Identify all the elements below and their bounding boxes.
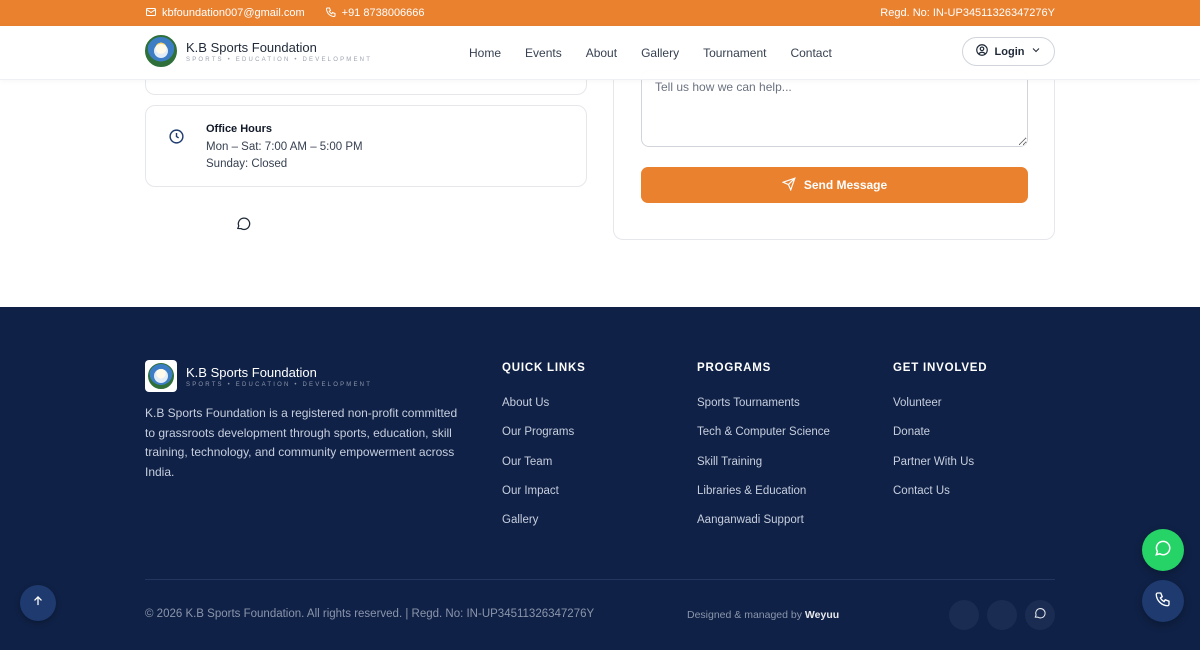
brand-name: K.B Sports Foundation xyxy=(186,39,317,55)
social-chat-link[interactable] xyxy=(1025,600,1055,630)
phone-icon xyxy=(1154,590,1172,613)
designed-by-text: Designed & managed by Weyuu xyxy=(687,609,839,621)
footer-link-donate[interactable]: Donate xyxy=(893,426,930,438)
top-bar-phone[interactable]: +91 8738006666 xyxy=(325,6,425,21)
footer-programs: PROGRAMS Sports Tournaments Tech & Compu… xyxy=(697,362,830,542)
nav-tournament[interactable]: Tournament xyxy=(703,46,766,60)
email-text: kbfoundation007@gmail.com xyxy=(162,7,305,19)
get-involved-heading: GET INVOLVED xyxy=(893,362,988,374)
footer-link-our-team[interactable]: Our Team xyxy=(502,456,552,468)
footer-brand-tagline: SPORTS • EDUCATION • DEVELOPMENT xyxy=(186,381,373,388)
quick-links-heading: QUICK LINKS xyxy=(502,362,586,374)
footer-link-libraries-education[interactable]: Libraries & Education xyxy=(697,485,806,497)
footer-link-skill-training[interactable]: Skill Training xyxy=(697,456,762,468)
footer-link-volunteer[interactable]: Volunteer xyxy=(893,397,942,409)
chat-bubble-icon[interactable] xyxy=(235,215,252,232)
chevron-down-icon xyxy=(1030,44,1042,59)
footer-quick-links: QUICK LINKS About Us Our Programs Our Te… xyxy=(502,362,586,542)
programs-heading: PROGRAMS xyxy=(697,362,772,374)
footer-link-gallery[interactable]: Gallery xyxy=(502,514,538,526)
office-hours-card: Office Hours Mon – Sat: 7:00 AM – 5:00 P… xyxy=(145,105,587,187)
footer-link-contact-us[interactable]: Contact Us xyxy=(893,485,950,497)
send-icon xyxy=(781,176,796,194)
office-hours-sunday: Sunday: Closed xyxy=(206,158,288,170)
message-textarea[interactable] xyxy=(641,70,1028,147)
nav-home[interactable]: Home xyxy=(469,46,501,60)
scroll-to-top-button[interactable] xyxy=(20,585,56,621)
designer-link[interactable]: Weyuu xyxy=(805,609,839,621)
site-footer: K.B Sports Foundation SPORTS • EDUCATION… xyxy=(0,307,1200,650)
footer-link-our-impact[interactable]: Our Impact xyxy=(502,485,559,497)
main-navbar: K.B Sports Foundation SPORTS • EDUCATION… xyxy=(0,26,1200,80)
footer-logo xyxy=(148,363,174,389)
foundation-logo xyxy=(145,35,177,67)
user-circle-icon xyxy=(975,43,989,60)
registration-number: Regd. No: IN-UP34511326347276Y xyxy=(880,7,1055,19)
footer-brand-name: K.B Sports Foundation xyxy=(186,364,317,380)
nav-links: Home Events About Gallery Tournament Con… xyxy=(469,26,832,80)
phone-text: +91 8738006666 xyxy=(341,7,425,19)
nav-events[interactable]: Events xyxy=(525,46,562,60)
login-button[interactable]: Login xyxy=(962,37,1055,66)
footer-divider xyxy=(145,579,1055,580)
arrow-up-icon xyxy=(31,594,45,613)
footer-brand[interactable]: K.B Sports Foundation SPORTS • EDUCATION… xyxy=(145,360,372,392)
social-link-2[interactable] xyxy=(987,600,1017,630)
top-bar-email[interactable]: kbfoundation007@gmail.com xyxy=(145,6,305,21)
phone-icon xyxy=(325,6,337,21)
whatsapp-button[interactable] xyxy=(1142,529,1184,571)
social-link-1[interactable] xyxy=(949,600,979,630)
send-message-label: Send Message xyxy=(803,178,888,192)
office-hours-title: Office Hours xyxy=(206,123,273,135)
footer-link-sports-tournaments[interactable]: Sports Tournaments xyxy=(697,397,800,409)
footer-link-our-programs[interactable]: Our Programs xyxy=(502,426,574,438)
brand-logo-link[interactable]: K.B Sports Foundation SPORTS • EDUCATION… xyxy=(145,35,372,67)
mail-icon xyxy=(145,6,157,21)
top-bar-contact: kbfoundation007@gmail.com +91 8738006666 xyxy=(145,0,425,26)
nav-contact[interactable]: Contact xyxy=(790,46,831,60)
footer-get-involved: GET INVOLVED Volunteer Donate Partner Wi… xyxy=(893,362,987,513)
top-bar: kbfoundation007@gmail.com +91 8738006666… xyxy=(0,0,1200,26)
footer-link-tech-computer-science[interactable]: Tech & Computer Science xyxy=(697,426,830,438)
nav-gallery[interactable]: Gallery xyxy=(641,46,679,60)
footer-link-partner[interactable]: Partner With Us xyxy=(893,456,974,468)
footer-link-aanganwadi-support[interactable]: Aanganwadi Support xyxy=(697,514,804,526)
send-message-button[interactable]: Send Message xyxy=(641,167,1028,203)
designed-by-prefix: Designed & managed by xyxy=(687,609,802,621)
clock-icon xyxy=(168,128,185,145)
whatsapp-icon xyxy=(1153,538,1173,563)
brand-tagline: SPORTS • EDUCATION • DEVELOPMENT xyxy=(186,56,373,63)
footer-link-about-us[interactable]: About Us xyxy=(502,397,549,409)
chat-bubble-icon xyxy=(1033,606,1047,625)
nav-about[interactable]: About xyxy=(586,46,617,60)
call-button[interactable] xyxy=(1142,580,1184,622)
login-label: Login xyxy=(994,45,1025,58)
office-hours-weekdays: Mon – Sat: 7:00 AM – 5:00 PM xyxy=(206,141,363,153)
copyright-text: © 2026 K.B Sports Foundation. All rights… xyxy=(145,608,595,620)
footer-description: K.B Sports Foundation is a registered no… xyxy=(145,406,458,479)
